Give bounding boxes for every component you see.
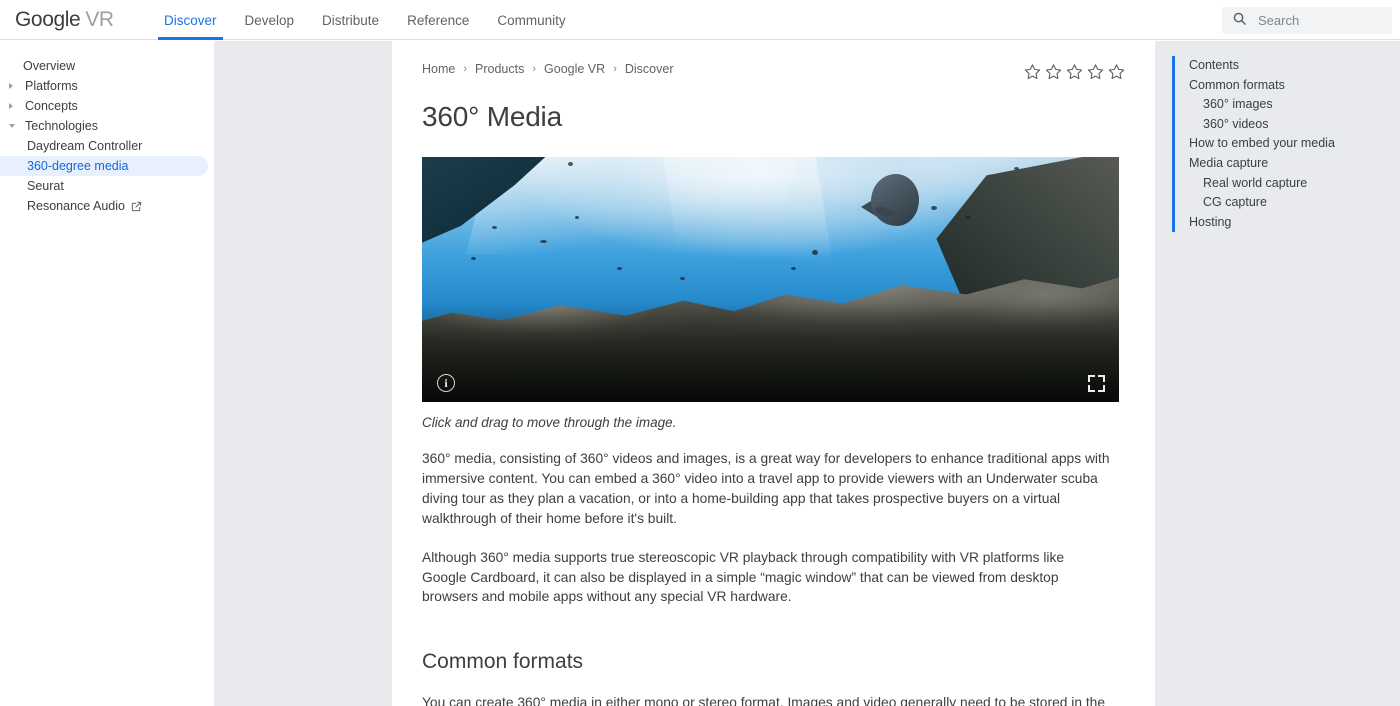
star-outline-icon[interactable] xyxy=(1108,63,1125,85)
nav-tab-develop[interactable]: Develop xyxy=(231,0,309,40)
fullscreen-corner-bl xyxy=(1088,385,1095,392)
nav-tab-reference[interactable]: Reference xyxy=(393,0,483,40)
sidebar-item-label: Seurat xyxy=(27,179,64,193)
nav-tab-community[interactable]: Community xyxy=(483,0,579,40)
twisty-triangle xyxy=(9,83,13,89)
breadcrumb: Home › Products › Google VR › Discover xyxy=(422,58,1125,80)
search-icon xyxy=(1232,11,1247,31)
contents-panel: Contents Common formats 360° images 360° vi… xyxy=(1172,56,1392,233)
fish-body xyxy=(871,174,920,227)
viewer-small-fish xyxy=(679,277,685,281)
twisty-triangle xyxy=(9,124,15,128)
star-outline-icon[interactable] xyxy=(1087,63,1104,85)
sidebar-item-label: Platforms xyxy=(25,79,78,93)
viewer-small-fish xyxy=(491,225,497,229)
sidebar-item-overview[interactable]: Overview xyxy=(0,56,214,76)
toc-item-360-videos[interactable]: 360° videos xyxy=(1189,115,1392,135)
sidebar-item-seurat[interactable]: Seurat xyxy=(0,176,214,196)
breadcrumb-item-discover[interactable]: Discover xyxy=(625,62,674,76)
viewer-depth-shadow xyxy=(422,304,1119,402)
viewer-fish xyxy=(861,174,921,232)
paragraph-stereoscopic: Although 360° media supports true stereo… xyxy=(422,549,1065,605)
paragraph-common-formats: You can create 360° media in either mono… xyxy=(422,695,1106,706)
nav-tab-discover[interactable]: Discover xyxy=(150,0,231,40)
star-outline-icon[interactable] xyxy=(1024,63,1041,85)
toc-item-cg-capture[interactable]: CG capture xyxy=(1189,193,1392,213)
left-gutter xyxy=(214,41,392,706)
site-logo[interactable]: Google VR xyxy=(15,8,114,32)
breadcrumb-separator-icon: › xyxy=(613,63,617,75)
primary-nav: Discover Develop Distribute Reference Commun… xyxy=(150,0,580,40)
top-navigation-bar: Google VR Discover Develop Distribute Refere… xyxy=(0,0,1400,40)
page-title: 360° Media xyxy=(422,101,562,132)
sidebar-item-technologies[interactable]: Technologies xyxy=(0,116,214,136)
logo-vr-text: VR xyxy=(85,8,114,31)
external-link-icon xyxy=(131,201,142,212)
toc-item-common-formats[interactable]: Common formats xyxy=(1189,76,1392,96)
sidebar-item-label: Daydream Controller xyxy=(27,139,143,153)
search-input[interactable]: Search xyxy=(1222,7,1392,34)
toc-item-contents: Contents xyxy=(1189,58,1240,72)
toc-item-media-capture[interactable]: Media capture xyxy=(1189,154,1392,174)
panorama-viewer[interactable]: i xyxy=(422,157,1119,402)
sidebar-item-resonance-audio[interactable]: Resonance Audio xyxy=(0,196,214,216)
breadcrumb-item-google-vr[interactable]: Google VR xyxy=(544,62,605,76)
info-glyph: i xyxy=(444,375,448,390)
logo-google-text: Google xyxy=(15,8,81,31)
fullscreen-corner-tl xyxy=(1088,375,1095,382)
sidebar-item-daydream-controller[interactable]: Daydream Controller xyxy=(0,136,214,156)
breadcrumb-item-home[interactable]: Home xyxy=(422,62,455,76)
sidebar-item-concepts[interactable]: Concepts xyxy=(0,96,214,116)
nav-tab-distribute[interactable]: Distribute xyxy=(308,0,393,40)
sidebar-item-platforms[interactable]: Platforms xyxy=(0,76,214,96)
sidebar-item-label: Technologies xyxy=(25,119,98,133)
sidebar-item-label: Overview xyxy=(23,59,76,73)
sidebar-item-label: Concepts xyxy=(25,99,78,113)
search-placeholder-text: Search xyxy=(1258,13,1300,28)
chevron-right-icon[interactable] xyxy=(9,96,23,116)
breadcrumb-item-products[interactable]: Products xyxy=(475,62,524,76)
toc-item-360-images[interactable]: 360° images xyxy=(1189,95,1392,115)
main-content: Home › Products › Google VR › Discover 360° Me… xyxy=(392,41,1155,706)
star-outline-icon[interactable] xyxy=(1045,63,1062,85)
toc-item-how-to-embed-your-media[interactable]: How to embed your media xyxy=(1189,134,1392,154)
sidebar-item-360-degree-media[interactable]: 360-degree media xyxy=(0,156,208,176)
toc-item-real-world-capture[interactable]: Real world capture xyxy=(1189,174,1392,194)
toc-item-hosting[interactable]: Hosting xyxy=(1189,213,1392,233)
rating-stars xyxy=(1024,63,1125,85)
star-outline-icon[interactable] xyxy=(1066,63,1083,85)
twisty-triangle xyxy=(9,103,13,109)
viewer-light-beam-center xyxy=(662,157,837,285)
info-icon[interactable]: i xyxy=(437,374,455,392)
sidebar-item-label: Resonance Audio xyxy=(27,199,125,213)
chevron-down-icon[interactable] xyxy=(9,116,23,136)
viewer-small-fish xyxy=(930,206,937,210)
breadcrumb-separator-icon: › xyxy=(463,63,468,75)
left-sidebar: Overview Platforms Concepts Technologies Day… xyxy=(0,41,214,706)
section-heading-common-formats: Common formats xyxy=(422,650,584,674)
viewer-small-fish xyxy=(965,215,970,219)
paragraph-intro: 360° media, consisting of 360° videos an… xyxy=(422,451,1110,526)
breadcrumb-separator-icon: › xyxy=(532,63,537,75)
fullscreen-corner-tr xyxy=(1098,375,1105,382)
fullscreen-corner-br xyxy=(1098,385,1105,392)
fullscreen-icon[interactable] xyxy=(1088,375,1105,392)
sidebar-item-label: 360-degree media xyxy=(27,159,129,173)
chevron-right-icon[interactable] xyxy=(9,76,23,96)
viewer-caption: Click and drag to move through the image… xyxy=(422,415,677,430)
